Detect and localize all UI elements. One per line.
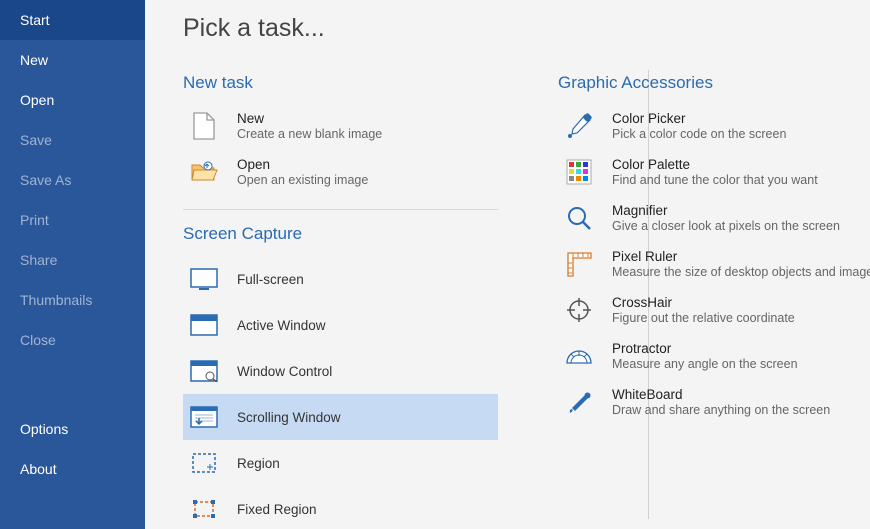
accessory-item-label: CrossHair — [612, 295, 795, 310]
open-folder-icon — [189, 157, 219, 187]
sidebar-item-label: About — [20, 461, 57, 477]
accessory-item-protractor[interactable]: Protractor Measure any angle on the scre… — [558, 335, 870, 381]
active-window-icon — [189, 310, 219, 340]
sidebar-item-label: Open — [20, 92, 54, 108]
accessory-item-crosshair[interactable]: CrossHair Figure out the relative coordi… — [558, 289, 870, 335]
full-screen-icon — [189, 264, 219, 294]
sidebar: Start New Open Save Save As Print Share … — [0, 0, 145, 529]
accessory-item-label: Color Palette — [612, 157, 818, 172]
sidebar-item-label: Share — [20, 252, 57, 268]
task-item-texts: Open Open an existing image — [237, 157, 368, 187]
accessory-item-texts: CrossHair Figure out the relative coordi… — [612, 295, 795, 325]
accessory-item-desc: Figure out the relative coordinate — [612, 311, 795, 325]
sidebar-item-label: Options — [20, 421, 68, 437]
app-root: Start New Open Save Save As Print Share … — [0, 0, 870, 529]
accessory-item-label: Color Picker — [612, 111, 786, 126]
column-right: Graphic Accessories Color Picker Pick a … — [558, 73, 870, 529]
magnifier-icon — [564, 203, 594, 233]
capture-item-label: Fixed Region — [237, 502, 317, 517]
accessory-item-pixel-ruler[interactable]: Pixel Ruler Measure the size of desktop … — [558, 243, 870, 289]
window-control-icon — [189, 356, 219, 386]
task-item-new[interactable]: New Create a new blank image — [183, 105, 498, 151]
capture-item-label: Full-screen — [237, 272, 304, 287]
sidebar-item-label: Thumbnails — [20, 292, 92, 308]
capture-item-scrolling-window[interactable]: Scrolling Window — [183, 394, 498, 440]
main-wrap: Pick a task... New task — [145, 0, 870, 529]
sidebar-item-label: Close — [20, 332, 56, 348]
page-title: Pick a task... — [183, 14, 840, 43]
accessory-item-desc: Find and tune the color that you want — [612, 173, 818, 187]
new-file-icon — [189, 111, 219, 141]
crosshair-icon — [564, 295, 594, 325]
sidebar-item-about[interactable]: About — [0, 449, 145, 489]
pixel-ruler-icon — [564, 249, 594, 279]
sidebar-item-new[interactable]: New — [0, 40, 145, 80]
sidebar-item-label: Save — [20, 132, 52, 148]
sidebar-bottom: Options About — [0, 409, 145, 529]
main: Pick a task... New task — [145, 0, 870, 529]
column-left: New task New Create a new blank image — [183, 73, 498, 529]
sidebar-item-save-as[interactable]: Save As — [0, 160, 145, 200]
capture-item-label: Region — [237, 456, 280, 471]
accessory-item-color-picker[interactable]: Color Picker Pick a color code on the sc… — [558, 105, 870, 151]
whiteboard-icon — [564, 387, 594, 417]
accessory-item-color-palette[interactable]: Color Palette Find and tune the color th… — [558, 151, 870, 197]
sidebar-item-label: Start — [20, 12, 50, 28]
capture-item-full-screen[interactable]: Full-screen — [183, 256, 498, 302]
capture-item-fixed-region[interactable]: Fixed Region — [183, 486, 498, 529]
accessory-item-desc: Pick a color code on the screen — [612, 127, 786, 141]
accessory-item-label: Pixel Ruler — [612, 249, 870, 264]
accessory-item-label: WhiteBoard — [612, 387, 830, 402]
accessory-item-desc: Measure the size of desktop objects and … — [612, 265, 870, 279]
sidebar-item-print[interactable]: Print — [0, 200, 145, 240]
color-palette-icon — [564, 157, 594, 187]
accessory-item-texts: Protractor Measure any angle on the scre… — [612, 341, 798, 371]
sidebar-item-label: Save As — [20, 172, 71, 188]
sidebar-item-options[interactable]: Options — [0, 409, 145, 449]
fixed-region-icon — [189, 494, 219, 524]
accessory-item-desc: Draw and share anything on the screen — [612, 403, 830, 417]
sidebar-top: Start New Open Save Save As Print Share … — [0, 0, 145, 370]
task-item-open[interactable]: Open Open an existing image — [183, 151, 498, 197]
sidebar-item-close[interactable]: Close — [0, 320, 145, 360]
section-header-new-task: New task — [183, 73, 498, 93]
color-picker-icon — [564, 111, 594, 141]
capture-item-region[interactable]: Region — [183, 440, 498, 486]
section-header-graphic-accessories: Graphic Accessories — [558, 73, 870, 93]
task-item-texts: New Create a new blank image — [237, 111, 382, 141]
accessory-item-texts: Color Palette Find and tune the color th… — [612, 157, 818, 187]
accessory-item-texts: Magnifier Give a closer look at pixels o… — [612, 203, 840, 233]
accessory-item-label: Magnifier — [612, 203, 840, 218]
capture-item-window-control[interactable]: Window Control — [183, 348, 498, 394]
accessory-item-magnifier[interactable]: Magnifier Give a closer look at pixels o… — [558, 197, 870, 243]
accessory-item-label: Protractor — [612, 341, 798, 356]
task-item-label: Open — [237, 157, 368, 172]
accessory-item-texts: WhiteBoard Draw and share anything on th… — [612, 387, 830, 417]
sidebar-item-thumbnails[interactable]: Thumbnails — [0, 280, 145, 320]
capture-item-label: Window Control — [237, 364, 332, 379]
task-item-desc: Open an existing image — [237, 173, 368, 187]
sidebar-item-save[interactable]: Save — [0, 120, 145, 160]
accessory-item-desc: Give a closer look at pixels on the scre… — [612, 219, 840, 233]
capture-item-active-window[interactable]: Active Window — [183, 302, 498, 348]
task-item-label: New — [237, 111, 382, 126]
sidebar-item-start[interactable]: Start — [0, 0, 145, 40]
capture-item-label: Active Window — [237, 318, 326, 333]
scrolling-window-icon — [189, 402, 219, 432]
columns: New task New Create a new blank image — [183, 73, 840, 529]
accessory-item-texts: Pixel Ruler Measure the size of desktop … — [612, 249, 870, 279]
sidebar-item-share[interactable]: Share — [0, 240, 145, 280]
sidebar-item-open[interactable]: Open — [0, 80, 145, 120]
capture-item-label: Scrolling Window — [237, 410, 341, 425]
protractor-icon — [564, 341, 594, 371]
accessory-item-desc: Measure any angle on the screen — [612, 357, 798, 371]
section-divider — [183, 209, 498, 210]
accessory-item-whiteboard[interactable]: WhiteBoard Draw and share anything on th… — [558, 381, 870, 427]
section-header-screen-capture: Screen Capture — [183, 224, 498, 244]
task-item-desc: Create a new blank image — [237, 127, 382, 141]
sidebar-item-label: New — [20, 52, 48, 68]
accessory-item-texts: Color Picker Pick a color code on the sc… — [612, 111, 786, 141]
region-icon — [189, 448, 219, 478]
sidebar-item-label: Print — [20, 212, 49, 228]
